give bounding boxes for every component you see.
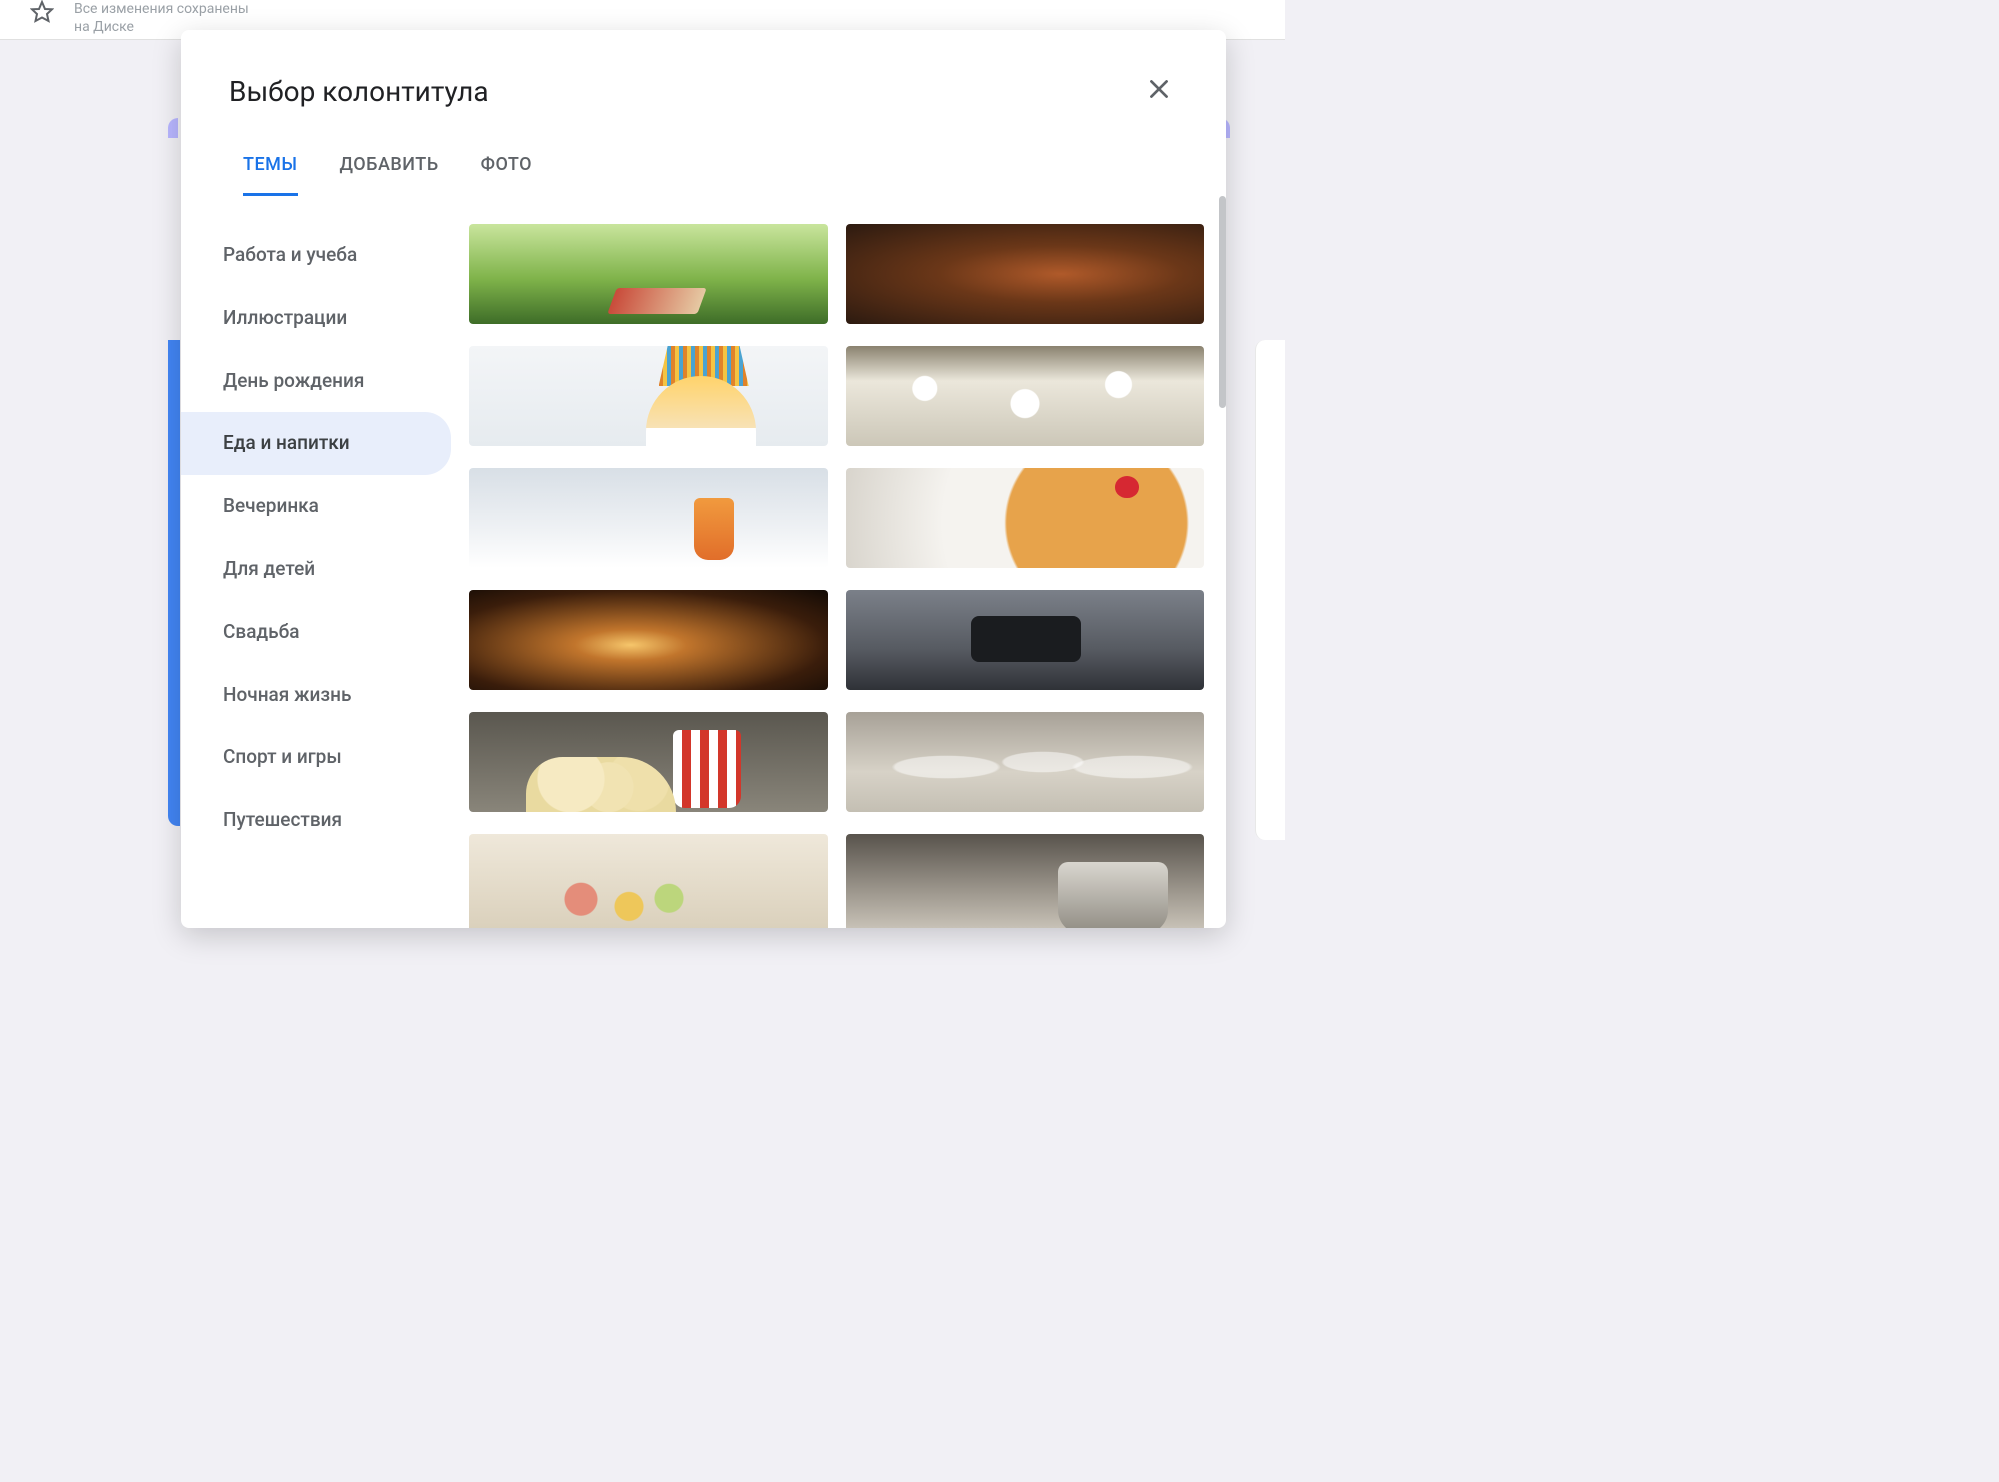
sidebar-item-food-drink[interactable]: Еда и напитки [181, 412, 451, 475]
modal-title: Выбор колонтитула [229, 75, 489, 108]
modal-tabs: ТЕМЫ ДОБАВИТЬ ФОТО [181, 122, 1226, 196]
theme-thumb[interactable] [469, 834, 828, 928]
theme-thumb[interactable] [469, 712, 828, 812]
sidebar-item-wedding[interactable]: Свадьба [181, 601, 451, 664]
tab-themes[interactable]: ТЕМЫ [243, 154, 298, 196]
right-side-panel [1255, 340, 1285, 840]
theme-thumb[interactable] [846, 224, 1205, 324]
theme-thumb[interactable] [469, 468, 828, 568]
sidebar-item-kids[interactable]: Для детей [181, 538, 451, 601]
modal-header: Выбор колонтитула [181, 30, 1226, 122]
theme-thumb[interactable] [846, 468, 1205, 568]
theme-thumb[interactable] [846, 834, 1205, 928]
form-active-strip [168, 340, 180, 826]
sidebar-item-sports-games[interactable]: Спорт и игры [181, 726, 451, 789]
gallery-scrollbar[interactable] [1219, 196, 1226, 408]
close-button[interactable] [1140, 70, 1178, 112]
star-icon[interactable] [30, 0, 54, 28]
header-picker-modal: Выбор колонтитула ТЕМЫ ДОБАВИТЬ ФОТО Раб… [181, 30, 1226, 928]
sidebar-item-travel[interactable]: Путешествия [181, 789, 451, 852]
theme-thumb[interactable] [469, 224, 828, 324]
theme-gallery [459, 196, 1226, 928]
sidebar-item-illustrations[interactable]: Иллюстрации [181, 287, 451, 350]
sidebar-item-nightlife[interactable]: Ночная жизнь [181, 664, 451, 727]
sidebar-item-work-school[interactable]: Работа и учеба [181, 224, 451, 287]
theme-thumb[interactable] [846, 346, 1205, 446]
tab-photos[interactable]: ФОТО [481, 154, 532, 196]
theme-thumb[interactable] [469, 346, 828, 446]
modal-body: Работа и учеба Иллюстрации День рождения… [181, 196, 1226, 928]
category-sidebar: Работа и учеба Иллюстрации День рождения… [181, 196, 459, 928]
theme-thumb[interactable] [469, 590, 828, 690]
theme-thumb[interactable] [846, 712, 1205, 812]
sidebar-item-birthday[interactable]: День рождения [181, 350, 451, 413]
theme-thumb[interactable] [846, 590, 1205, 690]
sidebar-item-party[interactable]: Вечеринка [181, 475, 451, 538]
save-status-line1: Все изменения сохранены [74, 0, 249, 18]
close-icon [1146, 76, 1172, 102]
tab-upload[interactable]: ДОБАВИТЬ [340, 154, 439, 196]
